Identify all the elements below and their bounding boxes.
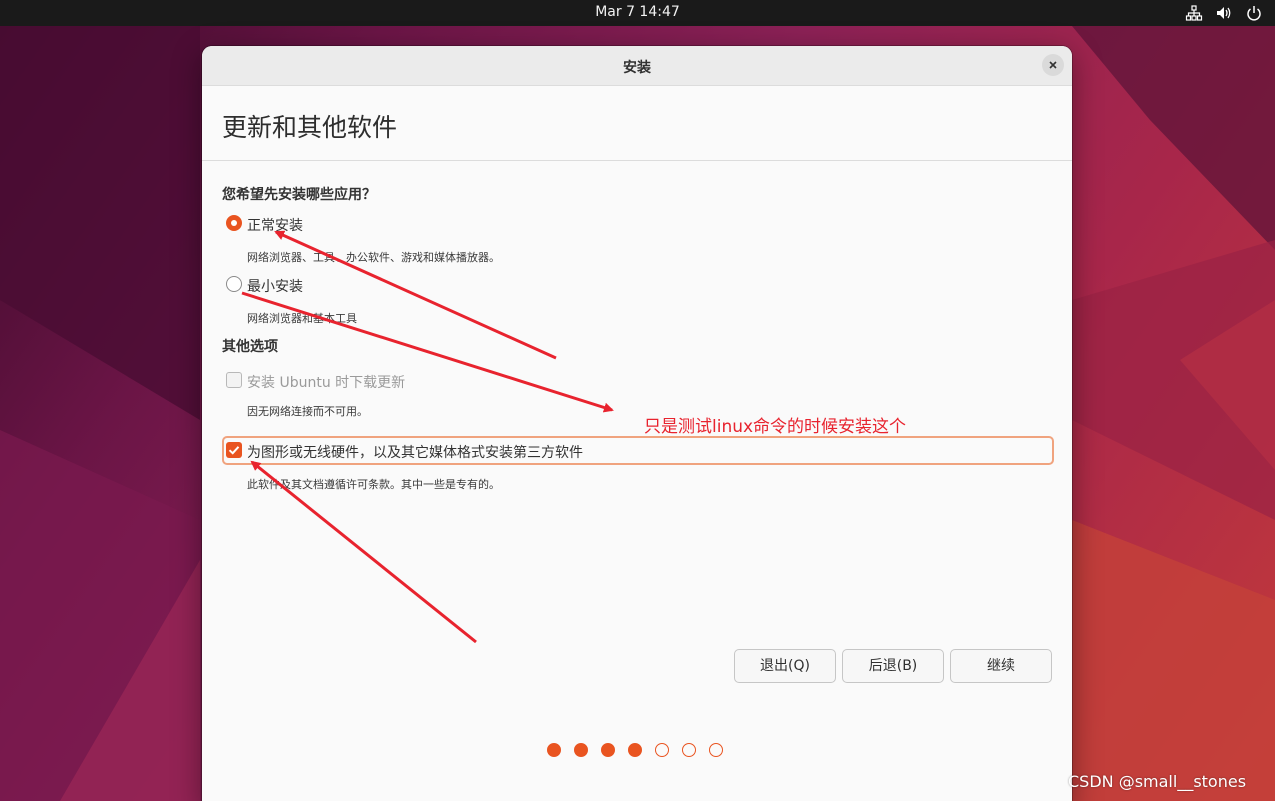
third-party-checkbox[interactable] xyxy=(226,442,242,458)
page-header: 更新和其他软件 xyxy=(202,86,1072,161)
page-title: 更新和其他软件 xyxy=(222,113,398,142)
third-party-label[interactable]: 为图形或无线硬件，以及其它媒体格式安装第三方软件 xyxy=(247,442,583,462)
back-button[interactable]: 后退(B) xyxy=(842,649,944,683)
minimal-install-label[interactable]: 最小安装 xyxy=(247,276,303,296)
close-button[interactable] xyxy=(1042,54,1064,76)
continue-button[interactable]: 继续 xyxy=(950,649,1052,683)
quit-button[interactable]: 退出(Q) xyxy=(734,649,836,683)
close-icon xyxy=(1049,61,1057,69)
normal-install-desc: 网络浏览器、工具、办公软件、游戏和媒体播放器。 xyxy=(247,251,500,264)
progress-dot xyxy=(601,743,615,757)
power-icon[interactable] xyxy=(1245,4,1263,22)
network-icon[interactable] xyxy=(1185,4,1203,22)
volume-icon[interactable] xyxy=(1215,4,1233,22)
third-party-desc: 此软件及其文档遵循许可条款。其中一些是专有的。 xyxy=(247,478,500,491)
title-bar: 安装 xyxy=(202,46,1072,86)
download-updates-checkbox[interactable] xyxy=(226,372,242,388)
window-title: 安装 xyxy=(623,60,651,76)
checkmark-icon xyxy=(228,446,240,455)
other-options-heading: 其他选项 xyxy=(222,339,278,355)
apps-section-heading: 您希望先安装哪些应用？ xyxy=(222,187,376,203)
normal-install-label[interactable]: 正常安装 xyxy=(247,215,303,235)
annotation-note: 只是测试linux命令的时候安装这个 xyxy=(644,417,907,437)
progress-dot xyxy=(628,743,642,757)
progress-indicator xyxy=(547,743,727,758)
minimal-install-desc: 网络浏览器和基本工具 xyxy=(247,312,357,325)
normal-install-radio[interactable] xyxy=(226,215,242,231)
top-bar: Mar 7 14:47 xyxy=(0,0,1275,26)
system-tray[interactable] xyxy=(1185,4,1263,22)
installer-window: 安装 更新和其他软件 您希望先安装哪些应用？ 正常安装 网络浏览器、工具、办公软… xyxy=(202,46,1072,801)
progress-dot xyxy=(574,743,588,757)
download-updates-label[interactable]: 安装 Ubuntu 时下载更新 xyxy=(247,372,405,392)
progress-dot xyxy=(682,743,696,757)
progress-dot xyxy=(547,743,561,757)
watermark: CSDN @small__stones xyxy=(1068,772,1247,791)
progress-dot xyxy=(655,743,669,757)
progress-dot xyxy=(709,743,723,757)
clock[interactable]: Mar 7 14:47 xyxy=(0,4,1275,20)
download-updates-desc: 因无网络连接而不可用。 xyxy=(247,405,368,418)
minimal-install-radio[interactable] xyxy=(226,276,242,292)
